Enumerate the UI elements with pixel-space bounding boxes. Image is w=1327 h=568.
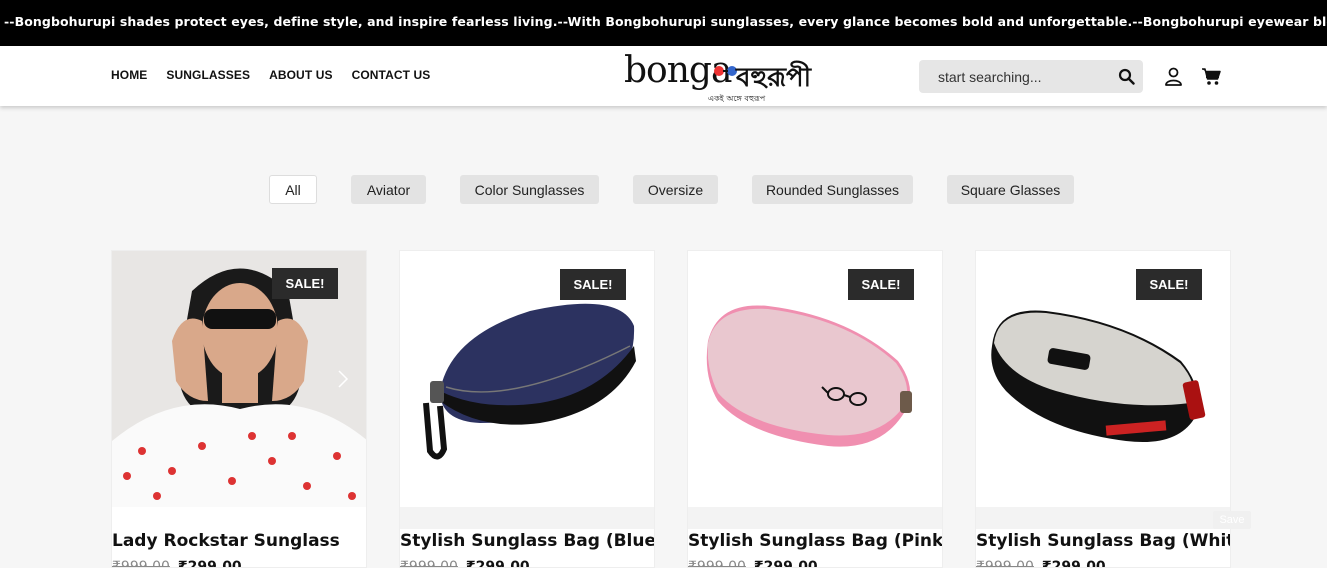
save-button[interactable]: Save	[1213, 511, 1251, 529]
old-price: ₹999.00	[400, 559, 458, 568]
nav-about-us[interactable]: ABOUT US	[269, 68, 332, 82]
user-account-icon[interactable]	[1164, 67, 1183, 86]
sale-badge: SALE!	[272, 268, 338, 299]
card-divider	[976, 507, 1230, 529]
nav-contact-us[interactable]: CONTACT US	[352, 68, 431, 82]
filter-square-glasses[interactable]: Square Glasses	[947, 175, 1074, 204]
product-card[interactable]: SALE! Stylish Sunglass Bag (Pink) ₹999.0…	[687, 250, 943, 568]
product-name[interactable]: Stylish Sunglass Bag (Pink)	[688, 531, 942, 551]
main-nav: HOME SUNGLASSES ABOUT US CONTACT US	[111, 68, 430, 82]
logo-tagline: একই অঙ্গে বহুরূপ	[708, 94, 766, 103]
product-name[interactable]: Stylish Sunglass Bag (Blue)	[400, 531, 654, 551]
old-price: ₹999.00	[688, 559, 746, 568]
sale-price: ₹299.00	[177, 559, 242, 568]
product-image[interactable]: SALE!	[400, 251, 654, 507]
cart-icon[interactable]	[1201, 67, 1221, 86]
product-card[interactable]: SALE! Lady Rockstar Sunglass ₹999.00 ₹299…	[111, 250, 367, 568]
sale-price: ₹299.00	[753, 559, 818, 568]
product-name[interactable]: Stylish Sunglass Bag (White)	[976, 531, 1230, 551]
product-card[interactable]: SALE! Stylish Sunglass Bag (Blue) ₹999.0…	[399, 250, 655, 568]
nav-home[interactable]: HOME	[111, 68, 147, 82]
filter-color-sunglasses[interactable]: Color Sunglasses	[460, 175, 599, 204]
sale-price: ₹299.00	[1041, 559, 1106, 568]
product-card[interactable]: SALE! Stylish Sunglass Bag (White) ₹999.…	[975, 250, 1231, 568]
sale-badge: SALE!	[848, 269, 914, 300]
filter-rounded-sunglasses[interactable]: Rounded Sunglasses	[752, 175, 913, 204]
search-icon[interactable]	[1118, 68, 1135, 85]
product-price: ₹999.00 ₹299.00	[400, 559, 530, 568]
sale-price: ₹299.00	[465, 559, 530, 568]
sale-badge: SALE!	[1136, 269, 1202, 300]
nav-sunglasses[interactable]: SUNGLASSES	[166, 68, 250, 82]
card-divider	[400, 507, 654, 529]
filter-all[interactable]: All	[269, 175, 317, 204]
old-price: ₹999.00	[976, 559, 1034, 568]
sale-badge: SALE!	[560, 269, 626, 300]
announcement-marquee: --Bongbohurupi shades protect eyes, defi…	[0, 0, 1327, 46]
old-price: ₹999.00	[112, 559, 170, 568]
chevron-right-icon[interactable]	[337, 369, 349, 389]
product-price: ₹999.00 ₹299.00	[688, 559, 818, 568]
filter-oversize[interactable]: Oversize	[633, 175, 718, 204]
search-bar	[919, 60, 1143, 93]
product-price: ₹999.00 ₹299.00	[112, 559, 242, 568]
product-image[interactable]: SALE!	[112, 251, 366, 507]
search-input[interactable]	[919, 60, 1109, 93]
site-logo[interactable]: bonga বহুরূপী একই অঙ্গে বহুরূপ	[624, 49, 811, 105]
site-header: HOME SUNGLASSES ABOUT US CONTACT US bong…	[0, 46, 1327, 106]
product-image[interactable]: SALE!	[688, 251, 942, 507]
marquee-text: --Bongbohurupi shades protect eyes, defi…	[4, 14, 1327, 29]
product-price: ₹999.00 ₹299.00	[976, 559, 1106, 568]
card-divider	[688, 507, 942, 529]
product-name[interactable]: Lady Rockstar Sunglass	[112, 531, 340, 551]
filter-aviator[interactable]: Aviator	[351, 175, 426, 204]
product-image[interactable]: SALE!	[976, 251, 1230, 507]
